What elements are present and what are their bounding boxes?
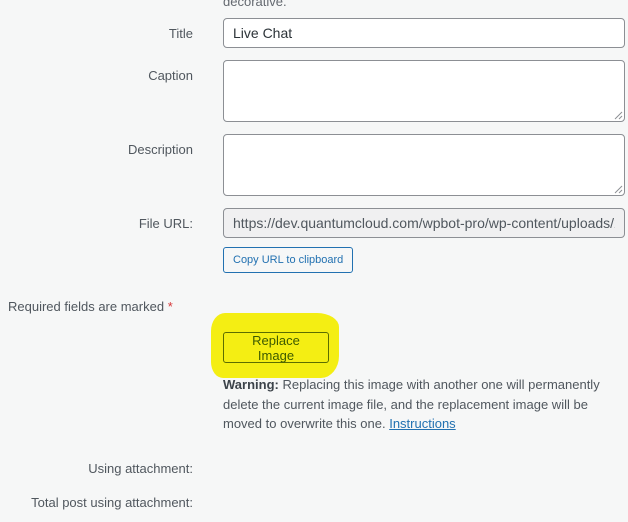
total-post-label: Total post using attachment:	[31, 495, 193, 510]
using-attachment-label: Using attachment:	[88, 461, 193, 476]
replace-warning: Warning: Replacing this image with anoth…	[223, 375, 613, 434]
required-star: *	[167, 299, 173, 314]
instructions-link[interactable]: Instructions	[389, 416, 455, 431]
description-label: Description	[127, 142, 193, 157]
required-fields-text: Required fields are marked	[8, 299, 165, 314]
description-textarea[interactable]	[223, 134, 625, 196]
caption-label: Caption	[148, 68, 193, 83]
file-url-input[interactable]	[223, 208, 625, 238]
required-fields-note: Required fields are marked *	[8, 299, 173, 314]
attachment-details-panel: decorative. Title Caption Description Fi…	[0, 0, 628, 522]
file-url-label: File URL:	[138, 216, 193, 231]
alt-text-help-clipped: decorative.	[223, 0, 287, 9]
copy-url-button[interactable]: Copy URL to clipboard	[223, 247, 354, 273]
caption-field-wrap	[223, 60, 625, 122]
title-label: Title	[168, 26, 193, 41]
replace-image-button[interactable]: Replace Image	[223, 332, 329, 363]
caption-textarea[interactable]	[223, 60, 625, 122]
description-field-wrap	[223, 134, 625, 196]
warning-label: Warning:	[223, 377, 279, 392]
resize-handle-icon[interactable]	[614, 111, 623, 120]
resize-handle-icon[interactable]	[614, 185, 623, 194]
title-input[interactable]	[223, 18, 625, 48]
